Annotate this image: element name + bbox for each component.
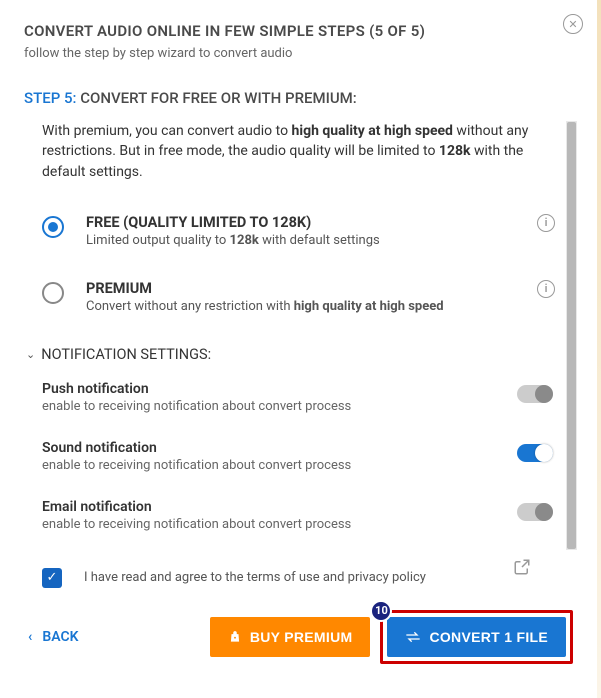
close-icon: ✕ xyxy=(568,18,577,31)
plan-free-title: FREE (QUALITY LIMITED TO 128K) xyxy=(86,214,515,231)
terms-label: I have read and agree to the terms of us… xyxy=(84,570,426,585)
plan-option-free[interactable]: FREE (QUALITY LIMITED TO 128K) Limited o… xyxy=(42,214,559,248)
notification-desc: enable to receiving notification about c… xyxy=(42,517,517,532)
notification-title: Push notification xyxy=(42,381,517,397)
terms-checkbox[interactable]: ✓ xyxy=(42,568,62,588)
toggle-knob xyxy=(535,444,553,462)
notification-desc: enable to receiving notification about c… xyxy=(42,458,517,473)
plan-premium-title: PREMIUM xyxy=(86,280,515,297)
toggle-push-notification[interactable] xyxy=(517,385,553,403)
plan-free-desc: Limited output quality to 128k with defa… xyxy=(86,233,515,248)
close-button[interactable]: ✕ xyxy=(563,14,583,34)
scrollbar-track[interactable] xyxy=(566,121,577,550)
info-icon[interactable]: i xyxy=(537,214,555,232)
wizard-title: CONVERT AUDIO ONLINE IN FEW SIMPLE STEPS… xyxy=(24,22,577,40)
toggle-email-notification[interactable] xyxy=(517,503,553,521)
toggle-knob xyxy=(535,385,553,403)
wizard-subtitle: follow the step by step wizard to conver… xyxy=(24,46,577,61)
plan-option-premium[interactable]: PREMIUM Convert without any restriction … xyxy=(42,280,559,314)
buy-premium-button[interactable]: BUY PREMIUM xyxy=(210,617,371,657)
info-icon[interactable]: i xyxy=(537,280,555,298)
radio-dot-icon xyxy=(48,222,58,232)
toggle-knob xyxy=(535,503,553,521)
notification-desc: enable to receiving notification about c… xyxy=(42,399,517,414)
toggle-sound-notification[interactable] xyxy=(517,444,553,462)
notification-settings-heading[interactable]: ⌄ NOTIFICATION SETTINGS: xyxy=(26,346,559,363)
chevron-down-icon: ⌄ xyxy=(26,348,35,361)
plan-premium-desc: Convert without any restriction with hig… xyxy=(86,299,515,314)
scrollbar-thumb[interactable] xyxy=(567,122,576,549)
step-number: STEP 5: xyxy=(24,89,76,107)
notification-row: Sound notification enable to receiving n… xyxy=(42,440,559,473)
notification-row: Push notification enable to receiving no… xyxy=(42,381,559,414)
back-button[interactable]: ‹ BACK xyxy=(28,629,79,645)
notification-title: Email notification xyxy=(42,499,517,515)
step-description: With premium, you can convert audio to h… xyxy=(42,121,559,182)
notification-title: Sound notification xyxy=(42,440,517,456)
notification-row: Email notification enable to receiving n… xyxy=(42,499,559,532)
external-link-icon[interactable] xyxy=(513,558,531,576)
radio-premium[interactable] xyxy=(42,282,64,304)
swap-icon xyxy=(405,631,421,643)
step-heading: STEP 5: CONVERT FOR FREE OR WITH PREMIUM… xyxy=(24,89,577,107)
chevron-left-icon: ‹ xyxy=(28,629,32,645)
check-icon: ✓ xyxy=(47,570,58,585)
radio-free[interactable] xyxy=(42,216,64,238)
step-title: CONVERT FOR FREE OR WITH PREMIUM: xyxy=(76,89,356,107)
convert-button-highlight: 10 CONVERT 1 FILE xyxy=(380,610,573,664)
bag-icon xyxy=(228,630,242,644)
convert-button[interactable]: CONVERT 1 FILE xyxy=(387,617,566,657)
